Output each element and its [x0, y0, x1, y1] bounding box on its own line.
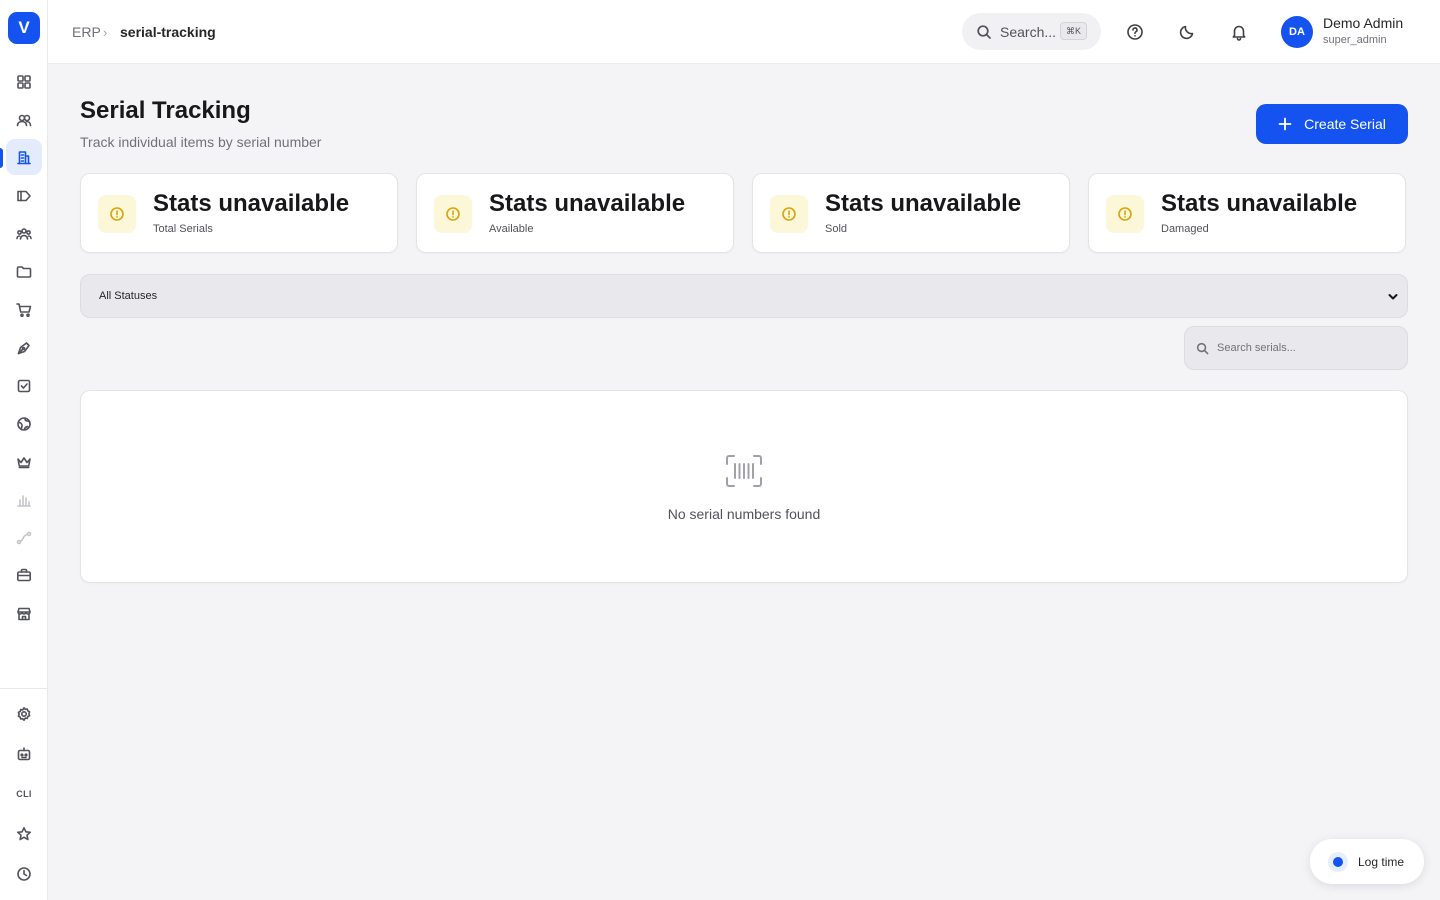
- notifications-button[interactable]: [1227, 20, 1251, 44]
- stat-label: Total Serials: [153, 223, 213, 235]
- sidebar-item-tags[interactable]: [6, 178, 42, 214]
- warning-icon: [98, 195, 136, 233]
- pen-icon: [17, 342, 30, 355]
- sidebar-item-cli[interactable]: CLI: [6, 776, 42, 812]
- bar-chart-icon: [17, 495, 31, 507]
- global-search-placeholder: Search...: [1000, 23, 1057, 40]
- breadcrumb-current: serial-tracking: [120, 24, 216, 40]
- sidebar-item-commerce[interactable]: [6, 292, 42, 328]
- serials-table-empty: No serial numbers found: [80, 390, 1408, 583]
- stat-value: Stats unavailable: [153, 190, 350, 217]
- briefcase-icon: [16, 568, 31, 582]
- sidebar-item-web[interactable]: [6, 406, 42, 442]
- sidebar-item-files[interactable]: [6, 254, 42, 290]
- breadcrumb-separator-icon: ›: [103, 25, 108, 40]
- stat-card-sold: Stats unavailable Sold: [752, 173, 1070, 253]
- plus-icon: [1278, 117, 1292, 131]
- user-name[interactable]: Demo Admin: [1323, 15, 1403, 31]
- active-indicator: [0, 148, 3, 168]
- warning-icon: [770, 195, 808, 233]
- sidebar-item-assistant[interactable]: [6, 736, 42, 772]
- serial-search-input[interactable]: Search serials...: [1184, 326, 1408, 370]
- search-shortcut-badge: ⌘K: [1059, 22, 1087, 40]
- stat-card-available: Stats unavailable Available: [416, 173, 734, 253]
- bot-icon: [17, 747, 31, 761]
- theme-toggle-button[interactable]: [1175, 20, 1199, 44]
- sidebar-item-store[interactable]: [6, 596, 42, 632]
- bell-icon: [1232, 25, 1246, 41]
- sidebar-item-editor[interactable]: [6, 330, 42, 366]
- folder-icon: [16, 266, 32, 278]
- stat-value: Stats unavailable: [489, 190, 686, 217]
- sidebar-item-history[interactable]: [6, 856, 42, 892]
- sidebar-item-premium[interactable]: [6, 444, 42, 480]
- stat-label: Sold: [825, 223, 848, 235]
- dashboard-icon: [17, 75, 31, 89]
- clock-icon: [17, 867, 31, 881]
- sidebar-item-routes[interactable]: [6, 520, 42, 556]
- create-serial-button[interactable]: Create Serial: [1256, 104, 1408, 144]
- stat-card-total: Stats unavailable Total Serials: [80, 173, 398, 253]
- serial-search-placeholder: Search serials...: [1217, 342, 1296, 354]
- barcode-icon: [726, 455, 762, 487]
- users-icon: [16, 114, 32, 127]
- tag-icon: [17, 190, 31, 202]
- globe-icon: [17, 417, 31, 431]
- help-button[interactable]: [1123, 20, 1147, 44]
- star-icon: [17, 827, 31, 841]
- moon-icon: [1179, 25, 1194, 40]
- crown-icon: [17, 457, 31, 469]
- route-icon: [16, 531, 32, 545]
- stat-value: Stats unavailable: [825, 190, 1022, 217]
- checkbox-icon: [17, 379, 31, 393]
- sidebar: V CLI: [0, 0, 48, 900]
- chevron-down-icon: [1388, 294, 1398, 300]
- user-role: super_admin: [1323, 34, 1387, 46]
- empty-state-message: No serial numbers found: [667, 506, 821, 522]
- page-subtitle: Track individual items by serial number: [80, 134, 322, 150]
- sidebar-item-analytics[interactable]: [6, 482, 42, 518]
- help-icon: [1127, 24, 1143, 40]
- cli-icon: CLI: [16, 789, 32, 799]
- stat-label: Damaged: [1161, 223, 1209, 235]
- search-icon: [977, 24, 991, 39]
- app-logo[interactable]: V: [8, 12, 40, 44]
- search-icon: [1196, 342, 1209, 355]
- sidebar-item-favorites[interactable]: [6, 816, 42, 852]
- create-serial-label: Create Serial: [1304, 116, 1386, 132]
- stat-card-damaged: Stats unavailable Damaged: [1088, 173, 1406, 253]
- sidebar-item-users[interactable]: [6, 102, 42, 138]
- stat-label: Available: [489, 223, 534, 235]
- building-icon: [17, 151, 31, 165]
- sidebar-item-tasks[interactable]: [6, 368, 42, 404]
- settings-icon: [17, 707, 31, 721]
- top-header: ERP › serial-tracking Search... ⌘K DA De…: [48, 0, 1440, 64]
- log-time-button[interactable]: Log time: [1310, 839, 1424, 884]
- team-icon: [16, 228, 32, 240]
- log-time-label: Log time: [1358, 854, 1405, 869]
- timer-icon: [1328, 851, 1348, 872]
- sidebar-divider: [0, 688, 48, 689]
- cart-icon: [16, 303, 32, 317]
- breadcrumb-root[interactable]: ERP: [72, 24, 101, 40]
- sidebar-item-team[interactable]: [6, 216, 42, 252]
- warning-icon: [1106, 195, 1144, 233]
- page-title: Serial Tracking: [80, 97, 251, 124]
- store-icon: [17, 607, 31, 621]
- sidebar-item-erp[interactable]: [6, 139, 42, 175]
- sidebar-item-settings[interactable]: [6, 696, 42, 732]
- status-filter-value: All Statuses: [99, 290, 158, 302]
- warning-icon: [434, 195, 472, 233]
- global-search-input[interactable]: Search... ⌘K: [962, 13, 1101, 50]
- status-filter-select[interactable]: All Statuses: [80, 274, 1408, 318]
- avatar[interactable]: DA: [1281, 16, 1313, 48]
- stat-value: Stats unavailable: [1161, 190, 1358, 217]
- sidebar-item-dashboard[interactable]: [6, 64, 42, 100]
- sidebar-item-jobs[interactable]: [6, 557, 42, 593]
